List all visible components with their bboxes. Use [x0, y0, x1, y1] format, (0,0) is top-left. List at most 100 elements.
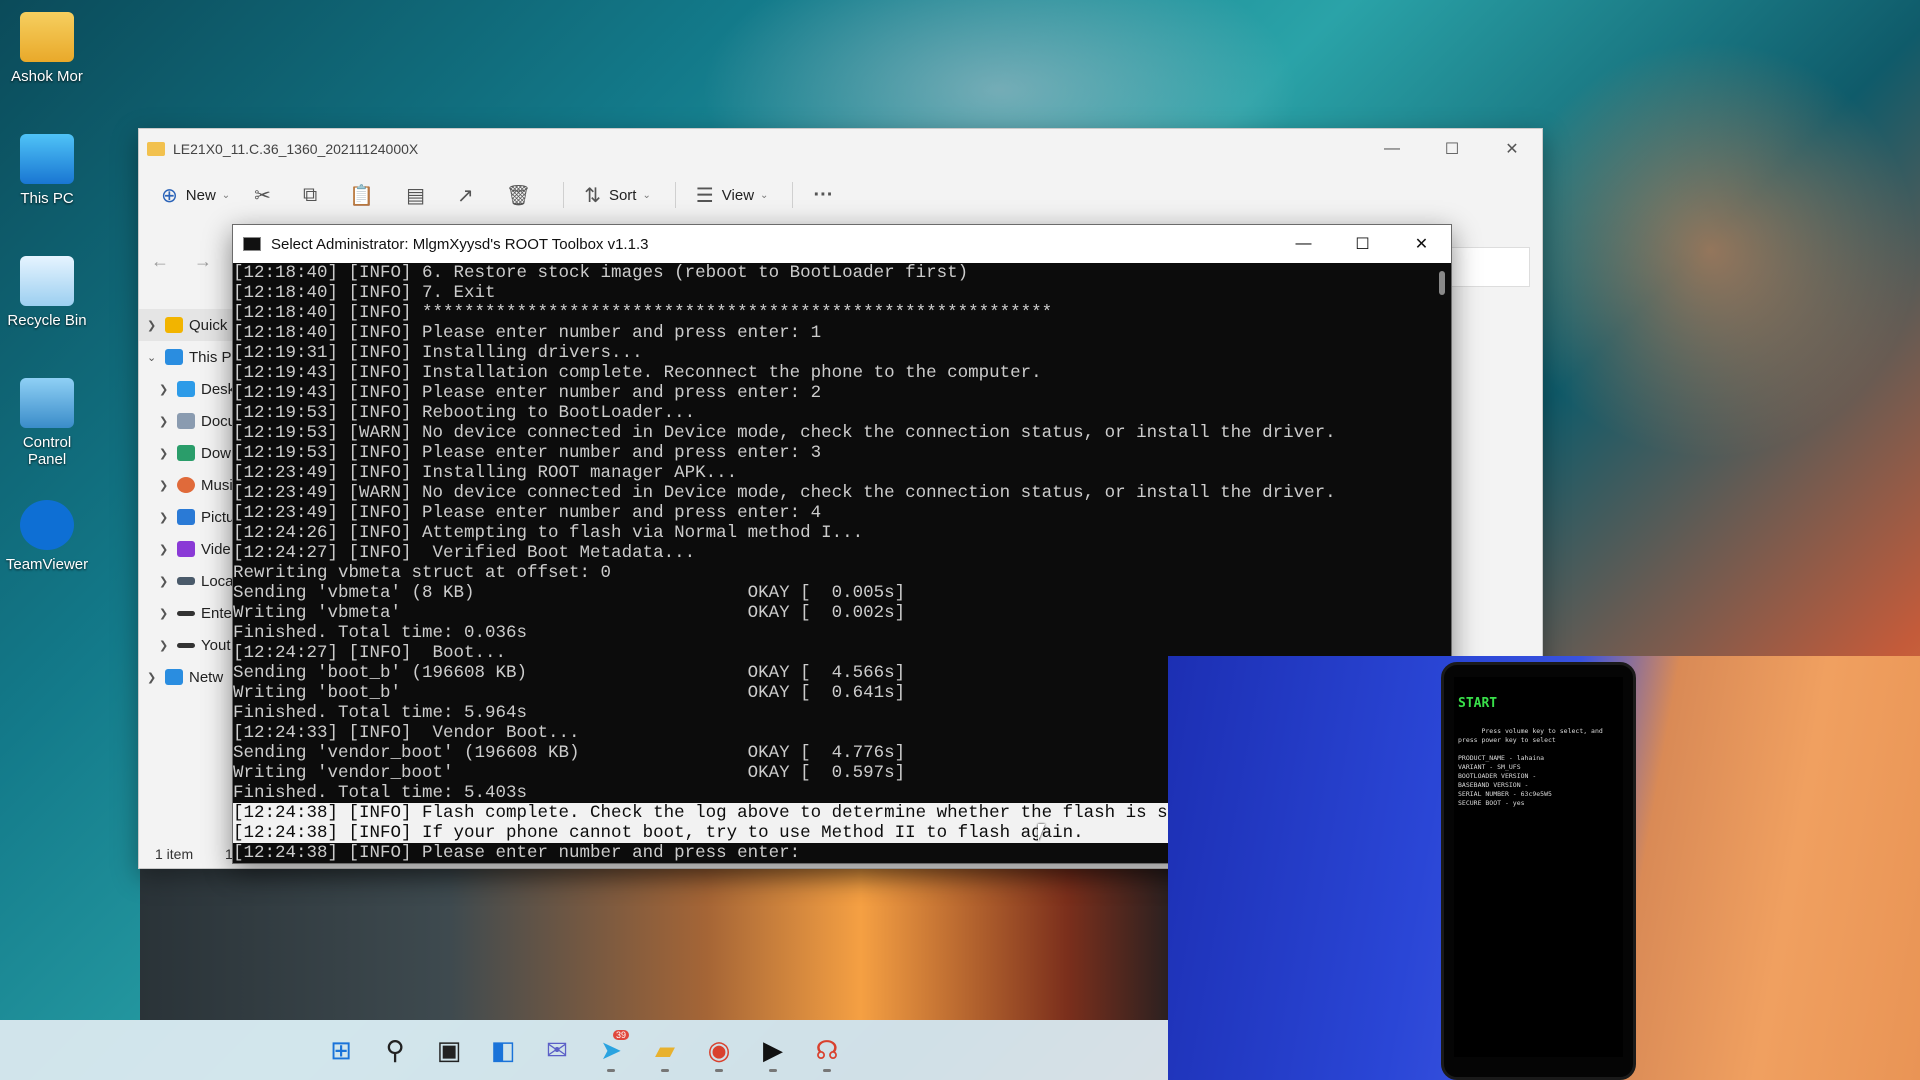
- nav-item-local-disk[interactable]: ❯ Loca: [139, 565, 239, 597]
- desktop-icon-recycle-bin[interactable]: Recycle Bin: [4, 256, 90, 329]
- nav-item-label: Dow: [201, 444, 232, 462]
- phone-device: START Press volume key to select, and pr…: [1441, 662, 1636, 1080]
- monitor-icon: [20, 134, 74, 184]
- folder-icon: [147, 142, 165, 156]
- widgets-icon: ◧: [490, 1034, 516, 1065]
- maximize-button[interactable]: ☐: [1422, 129, 1482, 169]
- explorer-window-controls: — ☐ ✕: [1362, 129, 1542, 169]
- chevron-right-icon: ❯: [159, 447, 169, 460]
- desktop-icon-control-panel[interactable]: Control Panel: [4, 378, 90, 468]
- rename-icon[interactable]: ▤: [406, 183, 425, 208]
- nav-item-network[interactable]: ❯ Netw: [139, 661, 239, 693]
- view-button[interactable]: ☰ View ⌄: [696, 183, 769, 208]
- console-line: Writing 'vbmeta' OKAY [ 0.002s]: [233, 603, 906, 623]
- terminal-button[interactable]: ▶: [749, 1026, 797, 1074]
- fastboot-start-label: START: [1458, 696, 1498, 711]
- toolbar-divider: [792, 182, 794, 208]
- explorer-titlebar[interactable]: LE21X0_11.C.36_1360_20211124000X: [139, 129, 1542, 169]
- nav-item-documents[interactable]: ❯ Docu: [139, 405, 239, 437]
- sort-button[interactable]: ⇅ Sort ⌄: [584, 183, 651, 208]
- scrollbar-thumb[interactable]: [1439, 271, 1445, 295]
- new-button[interactable]: ⊕ New ⌄: [161, 183, 230, 208]
- desktop-icon-label: This PC: [20, 190, 74, 207]
- download-icon: [177, 445, 195, 461]
- forward-arrow-icon[interactable]: →: [194, 251, 212, 271]
- chevron-right-icon: ❯: [159, 511, 169, 524]
- chevron-right-icon: ❯: [147, 319, 157, 332]
- sort-icon: ⇅: [584, 184, 601, 207]
- toolbar-divider: [563, 182, 565, 208]
- nav-item-label: Desk: [201, 380, 236, 398]
- delete-icon[interactable]: 🗑: [506, 183, 531, 208]
- desktop-icon-this-pc[interactable]: This PC: [4, 134, 90, 207]
- maximize-button[interactable]: ☐: [1333, 225, 1392, 263]
- nav-item-label: Quick: [189, 316, 228, 334]
- nav-item-quick-access[interactable]: ❯ Quick: [139, 309, 239, 341]
- console-line: Rewriting vbmeta struct at offset: 0: [233, 563, 612, 583]
- desktop-icon-label: Recycle Bin: [7, 312, 87, 329]
- chrome-icon: ◉: [707, 1034, 731, 1065]
- running-indicator: [769, 1069, 777, 1072]
- console-line: [12:23:49] [WARN] No device connected in…: [233, 483, 1336, 503]
- desktop-icon-label: Control Panel: [22, 434, 72, 468]
- chat-button[interactable]: ✉: [533, 1026, 581, 1074]
- minimize-button[interactable]: —: [1362, 129, 1422, 169]
- share-icon[interactable]: ↗: [457, 183, 474, 208]
- close-button[interactable]: ✕: [1482, 129, 1542, 169]
- file-explorer-button[interactable]: ▰: [641, 1026, 689, 1074]
- webcam-overlay: START Press volume key to select, and pr…: [1168, 656, 1920, 1080]
- status-bar: 1 item 1: [155, 846, 233, 862]
- mouse-cursor: [1038, 824, 1045, 842]
- desktop-icon-teamviewer[interactable]: TeamViewer: [4, 500, 90, 573]
- chrome-button[interactable]: ◉: [695, 1026, 743, 1074]
- paste-icon[interactable]: 📋: [349, 183, 374, 208]
- console-line: [12:23:49] [INFO] Please enter number an…: [233, 503, 822, 523]
- nav-item-videos[interactable]: ❯ Vide: [139, 533, 239, 565]
- minimize-button[interactable]: —: [1274, 225, 1333, 263]
- chevron-down-icon: ⌄: [147, 351, 157, 364]
- search-box[interactable]: [1440, 247, 1530, 287]
- document-icon: [177, 413, 195, 429]
- back-arrow-icon[interactable]: ←: [151, 251, 169, 271]
- search-button[interactable]: ⚲: [371, 1026, 419, 1074]
- drive-icon: [177, 610, 195, 616]
- nav-item-music[interactable]: ❯ Musi: [139, 469, 239, 501]
- recycle-bin-icon: [20, 256, 74, 306]
- close-button[interactable]: ✕: [1392, 225, 1451, 263]
- headphones-button[interactable]: ☊: [803, 1026, 851, 1074]
- cut-icon[interactable]: ✂: [254, 183, 271, 208]
- chevron-right-icon: ❯: [147, 671, 157, 684]
- console-line: [12:18:40] [INFO] Please enter number an…: [233, 323, 822, 343]
- running-indicator: [661, 1069, 669, 1072]
- running-indicator: [607, 1069, 615, 1072]
- pictures-icon: [177, 509, 195, 525]
- widgets-button[interactable]: ◧: [479, 1026, 527, 1074]
- desktop-icon-user-folder[interactable]: Ashok Mor: [4, 12, 90, 85]
- view-button-label: View: [721, 186, 755, 204]
- task-view-button[interactable]: ▣: [425, 1026, 473, 1074]
- nav-item-entertainment[interactable]: ❯ Ente: [139, 597, 239, 629]
- chevron-right-icon: ❯: [159, 479, 169, 492]
- nav-item-desktop[interactable]: ❯ Desk: [139, 373, 239, 405]
- cmd-titlebar[interactable]: Select Administrator: MlgmXyysd's ROOT T…: [233, 225, 1451, 263]
- nav-item-pictures[interactable]: ❯ Pictu: [139, 501, 239, 533]
- nav-item-youtube[interactable]: ❯ Yout: [139, 629, 239, 661]
- nav-item-label: Vide: [201, 540, 231, 558]
- start-button[interactable]: ⊞: [317, 1026, 365, 1074]
- console-line: [12:19:31] [INFO] Installing drivers...: [233, 343, 643, 363]
- terminal-icon: [243, 237, 261, 251]
- nav-item-label: Docu: [201, 412, 237, 430]
- nav-item-downloads[interactable]: ❯ Dow: [139, 437, 239, 469]
- desktop-icon-label: Ashok Mor: [11, 68, 83, 85]
- nav-item-this-pc[interactable]: ⌄ This P: [139, 341, 239, 373]
- console-line: [12:19:53] [INFO] Please enter number an…: [233, 443, 822, 463]
- toolbar-divider: [674, 182, 676, 208]
- telegram-button[interactable]: ➤ 39: [587, 1026, 635, 1074]
- sort-button-label: Sort: [608, 186, 637, 204]
- task-view-icon: ▣: [436, 1034, 462, 1065]
- console-line: [12:24:26] [INFO] Attempting to flash vi…: [233, 523, 864, 543]
- terminal-icon: ▶: [763, 1034, 783, 1065]
- copy-icon[interactable]: ⧉: [303, 184, 317, 207]
- video-icon: [177, 541, 195, 557]
- more-options-button[interactable]: ···: [813, 184, 833, 207]
